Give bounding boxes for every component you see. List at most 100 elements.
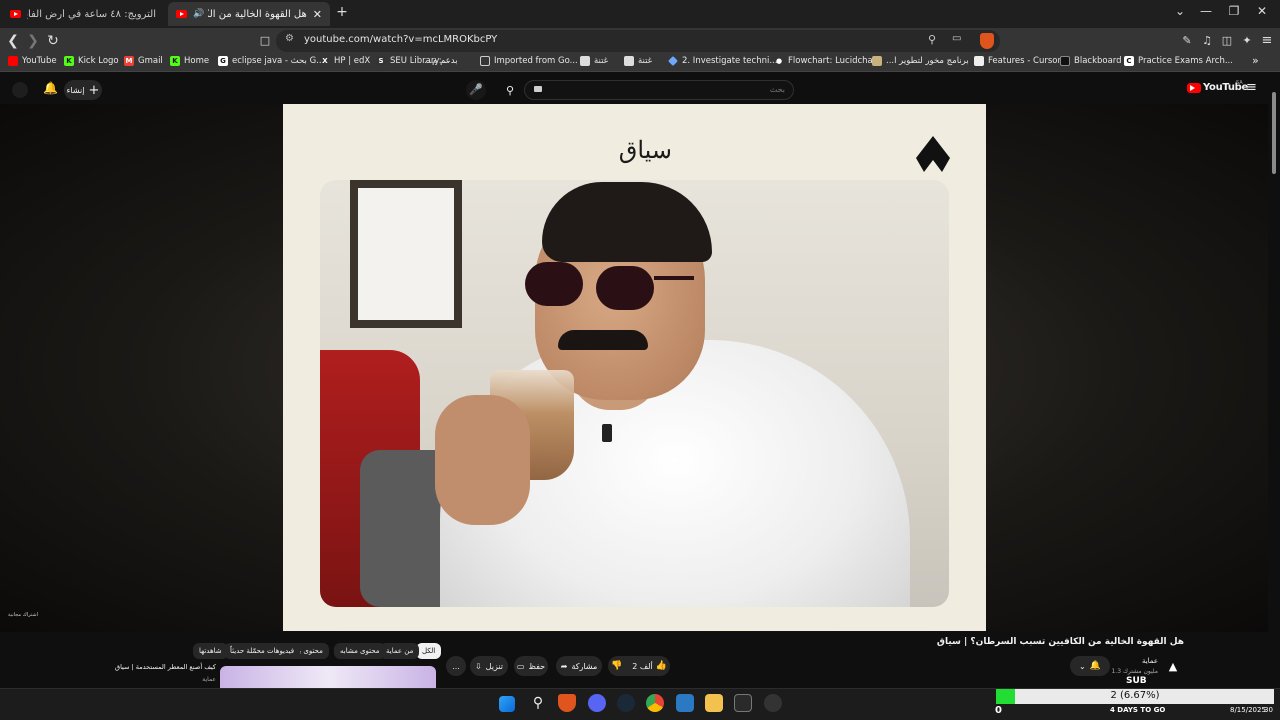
brave-browser-icon[interactable]	[558, 694, 576, 712]
bookmark-eclipse-java[interactable]: Geclipse java - بحث G...	[218, 56, 324, 66]
bookmark-label: Home	[184, 56, 210, 66]
chip-from-channel[interactable]: من عماية	[380, 643, 420, 659]
tab-vikings[interactable]: الترويج: ٤٨ ساعة في أرض الفايكنق ube	[2, 2, 164, 26]
bookmarks-bar: YouTube K Kick Logo M Gmail K Home Geclipse…	[0, 54, 1280, 72]
close-tab-icon[interactable]: ✕	[313, 8, 322, 21]
zoom-icon[interactable]: ⚲	[928, 33, 936, 46]
guide-menu-icon[interactable]: ≡	[1246, 80, 1257, 95]
clock-date[interactable]: 8/15/2025	[1230, 706, 1266, 714]
video-thumbnail-image	[320, 180, 949, 607]
save-icon: ▭	[516, 661, 525, 671]
steam-icon[interactable]	[617, 694, 635, 712]
keyboard-icon[interactable]	[534, 86, 542, 92]
tab-title: الترويج: ٤٨ ساعة في أرض الفايكنق ube	[27, 8, 156, 20]
ck-icon: C	[1124, 56, 1134, 66]
microphone-icon[interactable]: 🎤	[466, 80, 486, 100]
days-to-go-label: 4 DAYS TO GO	[1110, 706, 1166, 714]
bookmark-blackboard[interactable]: Blackboard	[1060, 56, 1122, 66]
bookmark-home[interactable]: K Home	[170, 56, 209, 66]
download-button[interactable]: ⇩ تنزيل	[470, 656, 508, 676]
dislike-button[interactable]: 👎	[611, 661, 622, 671]
bookmark-page-icon[interactable]: □	[256, 32, 274, 50]
search-icon[interactable]: ⚲	[499, 82, 521, 100]
bookmark-youtube[interactable]: YouTube	[8, 56, 57, 66]
windows-start-icon[interactable]	[499, 696, 515, 712]
bookmark-imported[interactable]: Imported from Go...	[480, 56, 578, 66]
bookmark-cursor[interactable]: Features - Cursor	[974, 56, 1061, 66]
restore-icon[interactable]: ❐	[1224, 4, 1244, 18]
recommendation-thumbnail[interactable]	[220, 666, 436, 690]
diamond-icon	[668, 56, 678, 66]
bookmark-label: برنامج مخور لتطوير ا...	[886, 56, 969, 66]
bookmark-sheet-2[interactable]: غتنة	[624, 56, 652, 66]
save-button[interactable]: ▭ حفظ	[514, 656, 548, 676]
sunglasses-right-lens	[596, 266, 654, 310]
kick-icon: K	[64, 56, 74, 66]
cast-icon[interactable]: ▭	[952, 33, 961, 44]
bookmark-lucidchart[interactable]: ● Flowchart: Lucidchart	[774, 56, 880, 66]
audio-icon[interactable]: 🔊	[193, 9, 204, 19]
chip-all[interactable]: الكل	[416, 643, 442, 659]
bookmark-kick-logo[interactable]: K Kick Logo	[64, 56, 119, 66]
like-count: 2 ألف	[632, 661, 653, 671]
sunglasses-arm	[654, 276, 694, 280]
recommendation-title[interactable]: كيف أصنع المعطر المستحدمة | سياق	[92, 663, 216, 671]
back-icon[interactable]: ❮	[4, 32, 22, 50]
bookmark-arabic[interactable]: بدعم م...	[424, 56, 458, 66]
scrollbar-thumb[interactable]	[1272, 92, 1276, 174]
extensions-icon[interactable]: ✎	[1178, 32, 1196, 50]
media-icon[interactable]: ♫	[1198, 32, 1216, 50]
bookmark-label: eclipse java - بحث G...	[232, 56, 325, 66]
address-bar[interactable]: ⚙ youtube.com/watch?v=mcLMROKbcPY ⚲ ▭	[276, 30, 1000, 52]
bookmark-program[interactable]: برنامج مخور لتطوير ا...	[872, 56, 969, 66]
video-title: هل القهوة الخالية من الكافيين تسبب السرط…	[936, 637, 1184, 647]
chip-recently-uploaded[interactable]: فيديوهات محمّلة حديثاً	[224, 643, 301, 659]
notifications-bell-icon[interactable]: 🔔	[43, 81, 58, 95]
like-button[interactable]: 2 ألف 👍	[632, 661, 667, 671]
subscriber-count: 1.3 مليون مشترك	[1111, 668, 1158, 675]
tab-decaf-coffee[interactable]: 🔊 هل القهوة الخالية من الكافيين تـ ✕	[168, 2, 330, 26]
tab-list-chevron-icon[interactable]: ⌄	[1170, 4, 1190, 18]
forward-icon[interactable]: ❯	[24, 32, 42, 50]
bookmark-gmail[interactable]: M Gmail	[124, 56, 163, 66]
bookmark-sheet-1[interactable]: غتنة	[580, 56, 608, 66]
bookmark-label: غتنة	[638, 56, 653, 66]
discord-icon[interactable]	[588, 694, 606, 712]
recommendation-channel[interactable]: عماية	[150, 676, 216, 683]
menu-icon[interactable]: ≡	[1258, 32, 1276, 50]
sub-goal-progress-label: 2 (6.67%)	[1110, 690, 1160, 701]
chip-related[interactable]: محتوى مشابه	[334, 643, 386, 659]
close-window-icon[interactable]: ✕	[1252, 4, 1272, 18]
bookmark-practice-exams[interactable]: C Practice Exams Arch...	[1124, 56, 1233, 66]
file-explorer-icon[interactable]	[705, 694, 723, 712]
chip-watched[interactable]: شاهدتها	[193, 643, 228, 659]
play-triangle-icon	[1190, 85, 1195, 91]
page-scrollbar[interactable]	[1271, 84, 1277, 688]
brave-shield-icon[interactable]	[980, 33, 994, 49]
share-button[interactable]: ➦ مشاركة	[556, 656, 602, 676]
sidebar-icon[interactable]: ◫	[1218, 32, 1236, 50]
reload-icon[interactable]: ↻	[44, 32, 62, 50]
more-bookmarks-icon[interactable]: »	[1252, 54, 1259, 67]
sub-goal-count: 0	[995, 705, 1002, 716]
avatar[interactable]	[12, 82, 28, 98]
new-tab-button[interactable]: +	[332, 4, 352, 20]
taskbar-search-icon[interactable]: ⚲	[529, 694, 547, 712]
site-info-icon[interactable]: ⚙	[285, 33, 294, 44]
more-actions-button[interactable]: ...	[446, 656, 466, 676]
search-input[interactable]: ⚲ بحث	[506, 80, 794, 100]
channel-avatar[interactable]: ▲	[1162, 656, 1184, 678]
sub-goal-title: SUB	[1126, 676, 1147, 686]
create-button[interactable]: إنشاء +	[64, 80, 102, 100]
bookmark-edx[interactable]: X HP | edX	[320, 56, 370, 66]
epic-games-icon[interactable]	[734, 694, 752, 712]
like-dislike-group: 👎 2 ألف 👍	[608, 656, 670, 676]
bookmark-investigate[interactable]: 2. Investigate techni...	[668, 56, 777, 66]
google-icon: G	[218, 56, 228, 66]
channel-name[interactable]: عماية	[1100, 657, 1158, 665]
minimize-icon[interactable]: —	[1196, 4, 1216, 18]
leo-ai-icon[interactable]: ✦	[1238, 32, 1256, 50]
photos-icon[interactable]	[676, 694, 694, 712]
chrome-icon[interactable]	[646, 694, 664, 712]
app-icon[interactable]	[764, 694, 782, 712]
